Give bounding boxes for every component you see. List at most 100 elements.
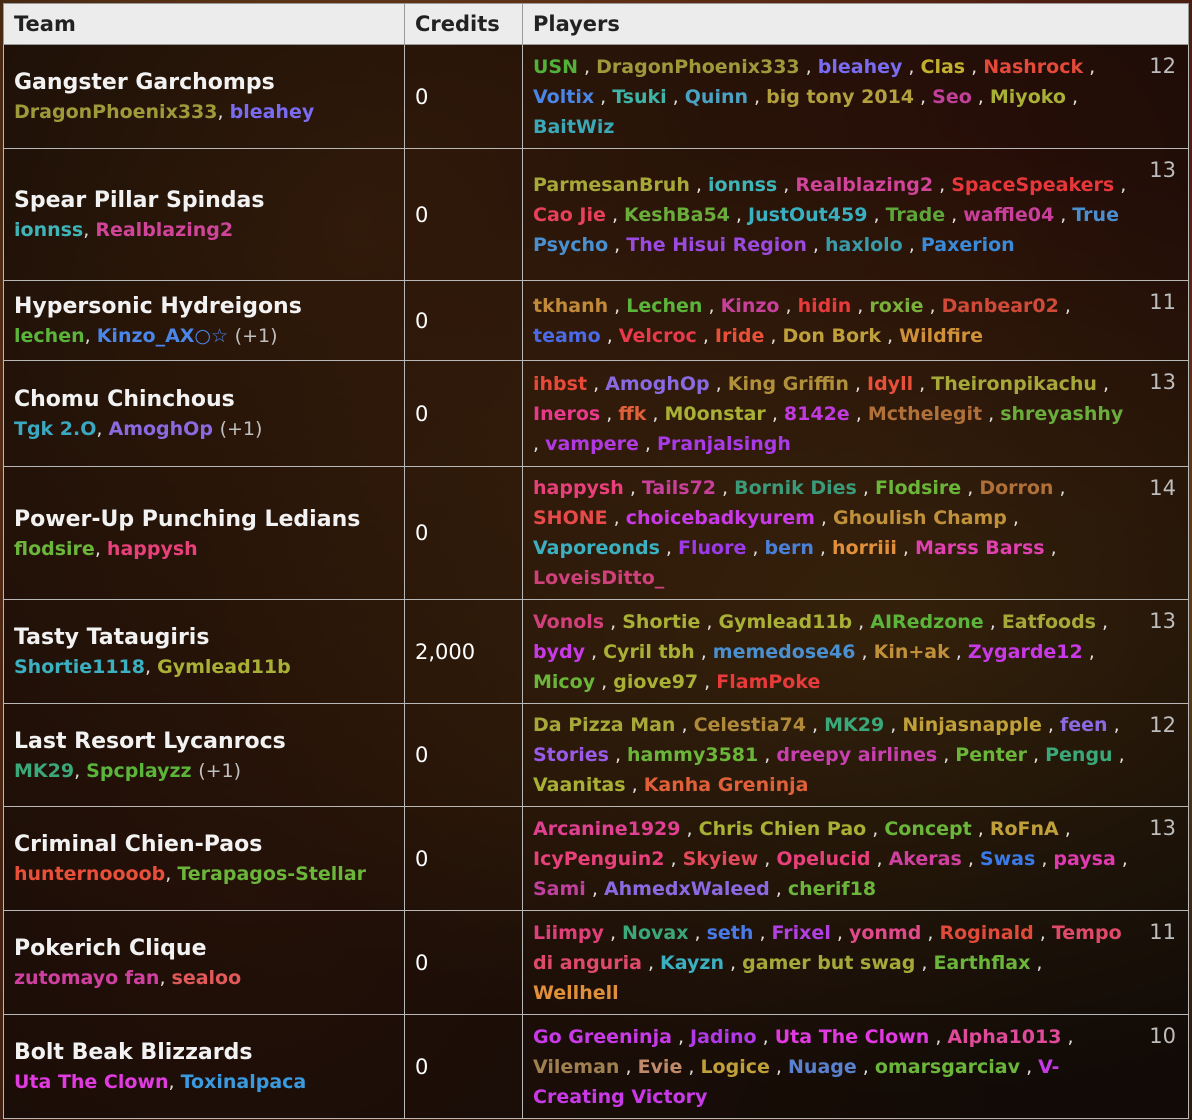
player-name[interactable]: M0onstar: [665, 403, 766, 425]
player-name[interactable]: ParmesanBruh: [533, 174, 690, 196]
player-name[interactable]: Concept: [884, 818, 971, 840]
player-name[interactable]: Bornik Dies: [734, 477, 857, 499]
player-name[interactable]: Cyril tbh: [603, 641, 695, 663]
player-name[interactable]: The Hisui Region: [626, 234, 807, 256]
player-name[interactable]: Pranjalsingh: [657, 433, 791, 455]
player-name[interactable]: Logice: [700, 1056, 769, 1078]
player-name[interactable]: Nuage: [788, 1056, 857, 1078]
player-name[interactable]: gamer but swag: [742, 952, 915, 974]
player-name[interactable]: hammy3581: [627, 744, 758, 766]
player-name[interactable]: vampere: [545, 433, 639, 455]
player-name[interactable]: Kanha Greninja: [644, 774, 809, 796]
player-name[interactable]: feen: [1060, 714, 1108, 736]
player-name[interactable]: Penter: [955, 744, 1027, 766]
player-name[interactable]: DragonPhoenix333: [596, 56, 800, 78]
player-name[interactable]: KeshBa54: [624, 204, 730, 226]
player-name[interactable]: Tsuki: [612, 86, 666, 108]
player-name[interactable]: bern: [764, 537, 813, 559]
header-players[interactable]: Players: [522, 3, 1189, 45]
player-name[interactable]: Tails72: [642, 477, 716, 499]
player-name[interactable]: bleahey: [818, 56, 903, 78]
player-name[interactable]: Kin+ak: [874, 641, 950, 663]
player-name[interactable]: Ineros: [533, 403, 600, 425]
player-name[interactable]: Don Bork: [783, 325, 882, 347]
player-name[interactable]: ionnss: [708, 174, 777, 196]
player-name[interactable]: Lechen: [626, 295, 702, 317]
player-name[interactable]: tkhanh: [533, 295, 608, 317]
player-name[interactable]: Arcanine1929: [533, 818, 681, 840]
player-name[interactable]: Chris Chien Pao: [699, 818, 867, 840]
player-name[interactable]: Roginald: [939, 922, 1033, 944]
player-name[interactable]: big tony 2014: [766, 86, 914, 108]
player-name[interactable]: Swas: [980, 848, 1035, 870]
player-name[interactable]: Nashrock: [983, 56, 1083, 78]
captain-name[interactable]: hunternoooob: [14, 863, 165, 885]
player-name[interactable]: Pengu: [1045, 744, 1112, 766]
player-name[interactable]: LoveisDitto_: [533, 567, 664, 589]
player-name[interactable]: Theironpikachu: [931, 373, 1097, 395]
player-name[interactable]: Voltix: [533, 86, 594, 108]
captain-name[interactable]: Tgk 2.O: [14, 418, 96, 440]
captain-name[interactable]: Uta The Clown: [14, 1071, 169, 1093]
player-name[interactable]: FlamPoke: [716, 671, 820, 693]
player-name[interactable]: AIRedzone: [870, 611, 983, 633]
player-name[interactable]: Celestia74: [694, 714, 806, 736]
player-name[interactable]: happysh: [533, 477, 624, 499]
player-name[interactable]: roxie: [869, 295, 923, 317]
player-name[interactable]: Iride: [715, 325, 764, 347]
player-name[interactable]: dreepy airlines: [776, 744, 937, 766]
captain-name[interactable]: sealoo: [172, 967, 242, 989]
player-name[interactable]: yonmd: [849, 922, 921, 944]
captain-name[interactable]: happysh: [107, 538, 198, 560]
player-name[interactable]: Stories: [533, 744, 609, 766]
player-name[interactable]: Velcroc: [619, 325, 697, 347]
player-name[interactable]: Evie: [638, 1056, 683, 1078]
player-name[interactable]: Liimpy: [533, 922, 604, 944]
player-name[interactable]: ihbst: [533, 373, 587, 395]
player-name[interactable]: Micoy: [533, 671, 595, 693]
captain-name[interactable]: Shortie1118: [14, 656, 145, 678]
player-name[interactable]: Da Pizza Man: [533, 714, 675, 736]
captain-name[interactable]: MK29: [14, 760, 74, 782]
player-name[interactable]: Sami: [533, 878, 586, 900]
player-name[interactable]: Alpha1013: [947, 1026, 1061, 1048]
player-name[interactable]: Eatfoods: [1002, 611, 1096, 633]
player-name[interactable]: omarsgarciav: [875, 1056, 1020, 1078]
player-name[interactable]: memedose46: [713, 641, 856, 663]
captain-name[interactable]: AmoghOp: [109, 418, 213, 440]
player-name[interactable]: Opelucid: [776, 848, 870, 870]
player-name[interactable]: Wellhell: [533, 982, 619, 1004]
player-name[interactable]: Novax: [622, 922, 688, 944]
player-name[interactable]: Trade: [886, 204, 946, 226]
player-name[interactable]: Vaporeonds: [533, 537, 660, 559]
player-name[interactable]: JustOut459: [748, 204, 867, 226]
captain-name[interactable]: Gymlead11b: [157, 656, 291, 678]
player-name[interactable]: Realblazing2: [795, 174, 933, 196]
player-name[interactable]: Vonols: [533, 611, 604, 633]
player-name[interactable]: Cao Jie: [533, 204, 606, 226]
player-name[interactable]: Go Greeninja: [533, 1026, 672, 1048]
captain-name[interactable]: Realblazing2: [95, 219, 233, 241]
player-name[interactable]: Frixel: [772, 922, 831, 944]
player-name[interactable]: Seo: [932, 86, 972, 108]
player-name[interactable]: Skyiew: [683, 848, 759, 870]
captain-name[interactable]: flodsire: [14, 538, 95, 560]
player-name[interactable]: MK29: [824, 714, 884, 736]
player-name[interactable]: Earthflax: [933, 952, 1030, 974]
player-name[interactable]: seth: [707, 922, 754, 944]
player-name[interactable]: Danbear02: [942, 295, 1059, 317]
player-name[interactable]: haxlolo: [825, 234, 903, 256]
player-name[interactable]: Vaanitas: [533, 774, 626, 796]
player-name[interactable]: bydy: [533, 641, 585, 663]
captain-name[interactable]: DragonPhoenix333: [14, 101, 218, 123]
player-name[interactable]: Zygarde12: [968, 641, 1083, 663]
player-name[interactable]: Jadino: [690, 1026, 757, 1048]
player-name[interactable]: Dorron: [979, 477, 1053, 499]
player-name[interactable]: Kayzn: [660, 952, 724, 974]
player-name[interactable]: Ninjasnapple: [902, 714, 1042, 736]
header-credits[interactable]: Credits: [404, 3, 523, 45]
captain-name[interactable]: Terapagos-Stellar: [177, 863, 366, 885]
player-name[interactable]: 8142e: [784, 403, 850, 425]
captain-name[interactable]: zutomayo fan: [14, 967, 159, 989]
player-name[interactable]: Mcthelegit: [868, 403, 982, 425]
